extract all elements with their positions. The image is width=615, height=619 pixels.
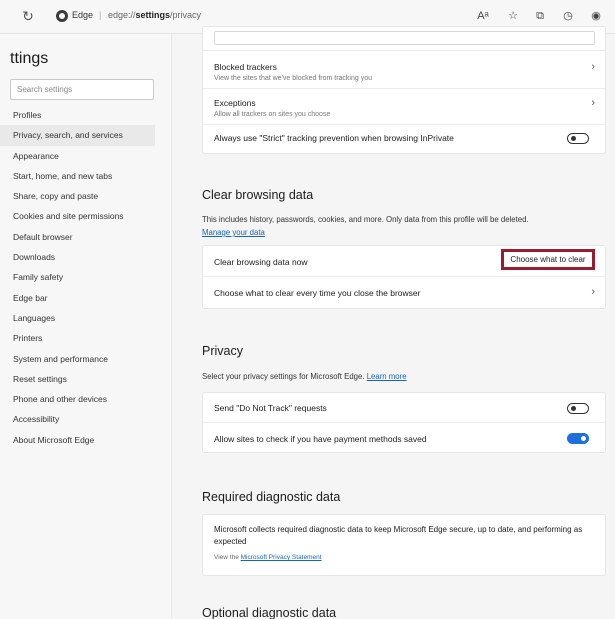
url-suffix: /privacy (170, 10, 202, 20)
privacy-card: Send "Do Not Track" requests Allow sites… (202, 392, 606, 453)
sidebar-item-default-browser[interactable]: Default browser (0, 227, 155, 247)
sidebar-item-start-home[interactable]: Start, home, and new tabs (0, 166, 155, 186)
payment-methods-label: Allow sites to check if you have payment… (214, 434, 427, 444)
tracking-prevention-card: Blocked trackers View the sites that we'… (202, 26, 606, 154)
clear-browsing-title: Clear browsing data (202, 188, 314, 202)
clear-on-close-label: Choose what to clear every time you clos… (214, 288, 421, 298)
privacy-statement-link[interactable]: Microsoft Privacy Statement (241, 554, 322, 561)
tracking-level-box (214, 31, 595, 45)
exceptions-label: Exceptions (214, 98, 256, 108)
sidebar-item-downloads[interactable]: Downloads (0, 247, 155, 267)
do-not-track-toggle[interactable] (567, 403, 589, 414)
sidebar-item-edge-bar[interactable]: Edge bar (0, 288, 155, 308)
favorites-star-icon[interactable]: ☆ (506, 8, 520, 24)
manage-data-link[interactable]: Manage your data (202, 228, 265, 237)
settings-content: Blocked trackers View the sites that we'… (172, 26, 615, 619)
privacy-title: Privacy (202, 344, 243, 358)
settings-sidebar: ttings Search settings Profiles Privacy,… (0, 34, 172, 619)
history-icon[interactable]: ◷ (561, 8, 575, 24)
search-settings-input[interactable]: Search settings (10, 79, 154, 100)
choose-what-to-clear-button[interactable]: Choose what to clear (501, 249, 595, 270)
strict-inprivate-label: Always use "Strict" tracking prevention … (214, 133, 454, 143)
clear-now-row: Clear browsing data now Choose what to c… (203, 246, 605, 277)
sidebar-title: ttings (10, 50, 49, 67)
sidebar-item-privacy[interactable]: Privacy, search, and services (0, 125, 155, 146)
payment-methods-toggle[interactable] (567, 433, 589, 444)
sidebar-item-phone[interactable]: Phone and other devices (0, 389, 155, 409)
view-the-text: View the (214, 554, 239, 561)
sidebar-item-cookies[interactable]: Cookies and site permissions (0, 206, 155, 226)
clear-on-close-row[interactable]: Choose what to clear every time you clos… (203, 277, 605, 309)
privacy-desc-container: Select your privacy settings for Microso… (202, 372, 407, 381)
sidebar-item-share-copy[interactable]: Share, copy and paste (0, 186, 155, 206)
blocked-trackers-label: Blocked trackers (214, 62, 277, 72)
chevron-right-icon: › (591, 286, 595, 298)
manage-data-container: Manage your data (202, 228, 265, 237)
blocked-trackers-sub: View the sites that we've blocked from t… (214, 75, 373, 82)
do-not-track-label: Send "Do Not Track" requests (214, 403, 327, 413)
refresh-icon[interactable]: ↻ (20, 8, 36, 24)
privacy-desc: Select your privacy settings for Microso… (202, 372, 365, 381)
clear-browsing-desc: This includes history, passwords, cookie… (202, 215, 529, 224)
do-not-track-row: Send "Do Not Track" requests (203, 393, 605, 423)
site-name: Edge (72, 10, 94, 20)
chevron-right-icon: › (591, 97, 595, 109)
sidebar-item-profiles[interactable]: Profiles (0, 105, 155, 125)
blocked-trackers-row[interactable]: Blocked trackers View the sites that we'… (203, 51, 605, 89)
required-diagnostic-card: Microsoft collects required diagnostic d… (202, 514, 606, 576)
optional-diagnostic-title: Optional diagnostic data (202, 606, 337, 619)
url-field[interactable]: edge://settings/privacy (108, 10, 201, 20)
settings-nav: Profiles Privacy, search, and services A… (0, 105, 155, 450)
read-aloud-icon[interactable]: Aᵃ (476, 8, 490, 24)
sidebar-item-languages[interactable]: Languages (0, 308, 155, 328)
sidebar-item-reset[interactable]: Reset settings (0, 369, 155, 389)
sidebar-item-printers[interactable]: Printers (0, 328, 155, 348)
url-bold: settings (135, 10, 171, 20)
exceptions-row[interactable]: Exceptions Allow all trackers on sites y… (203, 89, 605, 125)
edge-logo-icon (56, 10, 68, 22)
learn-more-link[interactable]: Learn more (367, 372, 407, 381)
required-diagnostic-title: Required diagnostic data (202, 490, 341, 504)
clear-browsing-card: Clear browsing data now Choose what to c… (202, 245, 606, 309)
url-prefix: edge:// (108, 10, 136, 20)
url-separator: | (99, 10, 102, 20)
chevron-right-icon: › (591, 61, 595, 73)
sidebar-item-appearance[interactable]: Appearance (0, 146, 155, 166)
sidebar-item-accessibility[interactable]: Accessibility (0, 409, 155, 429)
exceptions-sub: Allow all trackers on sites you choose (214, 111, 331, 118)
clear-now-label: Clear browsing data now (214, 257, 308, 267)
payment-methods-row: Allow sites to check if you have payment… (203, 423, 605, 453)
sidebar-item-family-safety[interactable]: Family safety (0, 267, 155, 287)
privacy-statement-line: View the Microsoft Privacy Statement (214, 554, 322, 561)
strict-inprivate-row: Always use "Strict" tracking prevention … (203, 125, 605, 153)
collections-icon[interactable]: ⧉ (533, 8, 547, 24)
required-diagnostic-text: Microsoft collects required diagnostic d… (214, 525, 583, 546)
tracking-level-row (203, 27, 605, 51)
profile-icon[interactable]: ◉ (589, 8, 603, 24)
strict-inprivate-toggle[interactable] (567, 133, 589, 144)
sidebar-item-about[interactable]: About Microsoft Edge (0, 430, 155, 450)
sidebar-item-system[interactable]: System and performance (0, 349, 155, 369)
